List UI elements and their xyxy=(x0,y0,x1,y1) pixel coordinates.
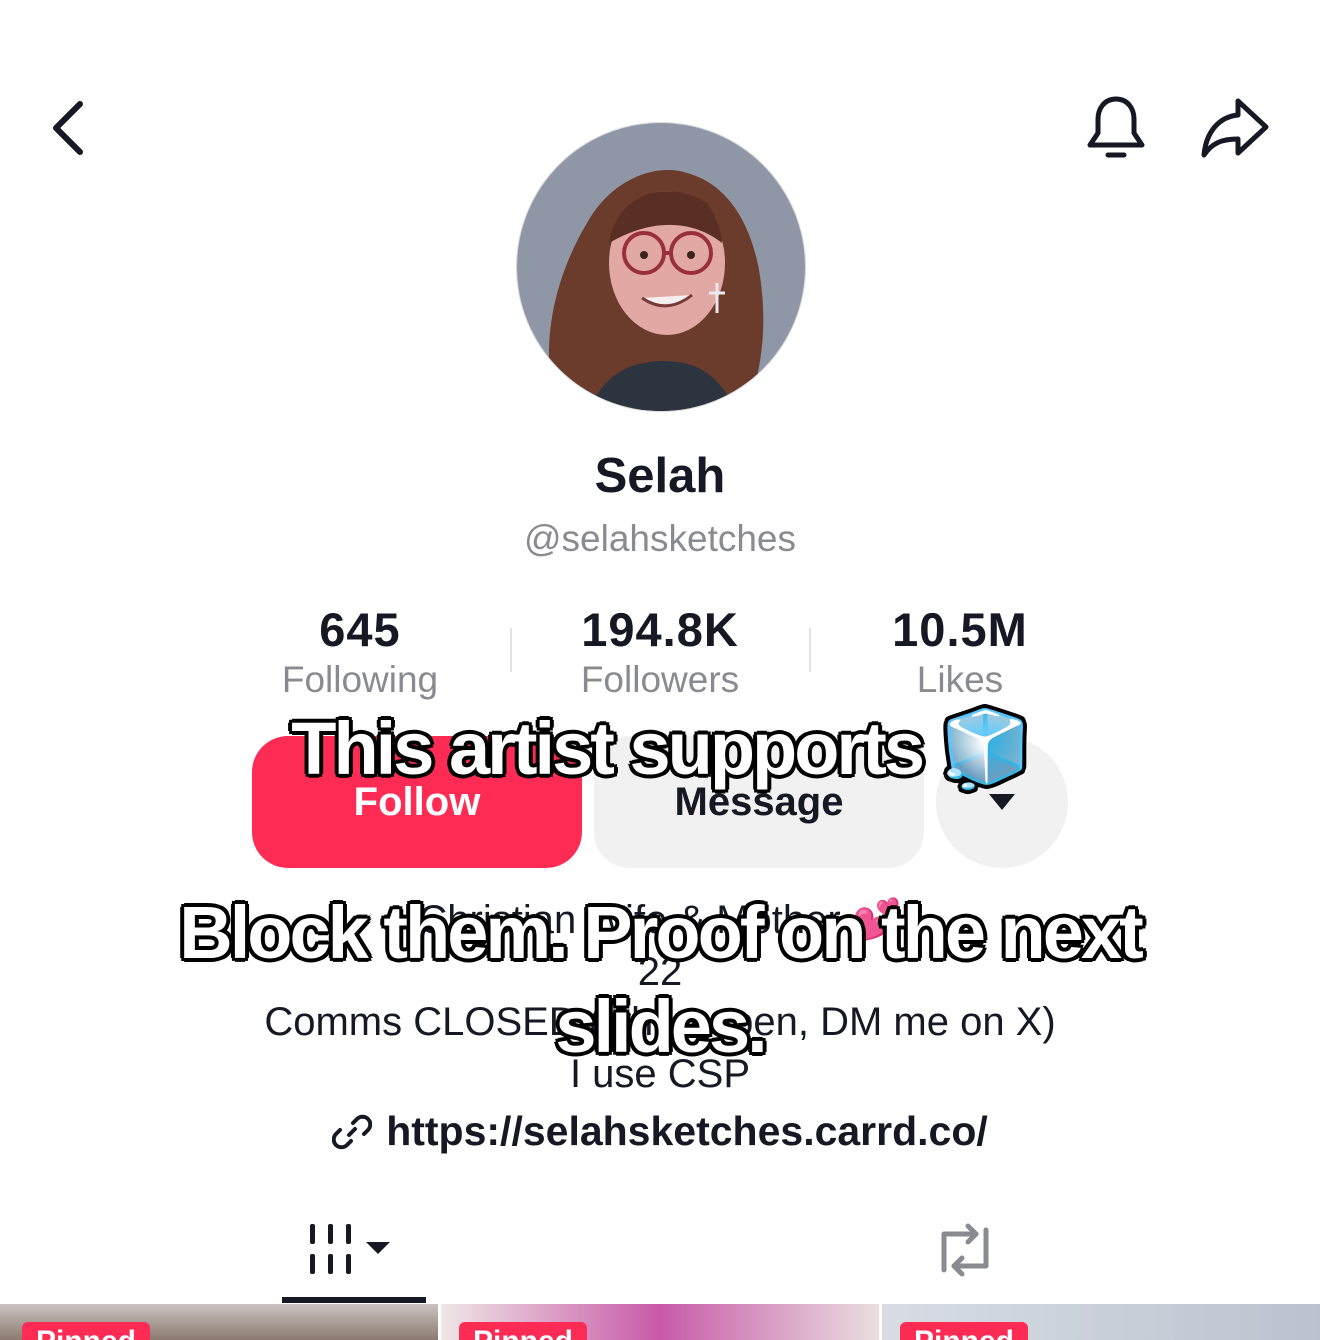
share-arrow-icon xyxy=(1201,98,1269,158)
avatar-illustration xyxy=(517,123,805,411)
bio-line-3: Comms CLOSED (when open, DM me on X) xyxy=(264,1000,1056,1044)
active-tab-indicator xyxy=(282,1297,426,1303)
grid-bars-icon xyxy=(310,1224,390,1274)
follow-button[interactable]: Follow xyxy=(252,736,582,868)
caret-down-icon xyxy=(989,794,1015,810)
more-options-button[interactable] xyxy=(936,736,1068,868)
link-icon xyxy=(332,1114,373,1149)
stat-following[interactable]: 645 Following xyxy=(210,602,510,701)
stat-followers[interactable]: 194.8K Followers xyxy=(510,602,810,701)
bell-icon xyxy=(1087,96,1145,158)
bio-link-text: https://selahsketches.carrd.co/ xyxy=(386,1108,988,1154)
avatar[interactable] xyxy=(516,122,806,412)
bio-line-2: 22 xyxy=(637,950,683,994)
stat-likes: 10.5M Likes xyxy=(810,602,1110,701)
username-handle: @selahsketches xyxy=(523,518,797,559)
tab-videos[interactable] xyxy=(282,1200,426,1300)
following-label: Following xyxy=(281,659,439,700)
bio-link[interactable]: https://selahsketches.carrd.co/ xyxy=(0,1108,1320,1155)
video-thumbnail[interactable]: Pinned xyxy=(882,1304,1320,1340)
likes-label: Likes xyxy=(916,659,1004,700)
back-button[interactable] xyxy=(30,88,106,168)
bio-line-4: I use CSP xyxy=(569,1052,751,1096)
notification-bell-button[interactable] xyxy=(1076,88,1156,168)
pinned-badge: Pinned xyxy=(459,1322,588,1340)
following-count: 645 xyxy=(319,603,401,656)
likes-count: 10.5M xyxy=(892,603,1028,656)
share-button[interactable] xyxy=(1192,88,1278,168)
video-thumbnail[interactable]: Pinned xyxy=(441,1304,879,1340)
followers-label: Followers xyxy=(580,659,740,700)
repost-icon xyxy=(941,1223,989,1277)
message-button[interactable]: Message xyxy=(594,736,924,868)
bio-line-1: Christian Wife & Mother 💕 xyxy=(418,898,902,942)
pinned-badge: Pinned xyxy=(900,1322,1029,1340)
video-thumbnail[interactable]: Pinned xyxy=(0,1304,438,1340)
display-name: Selah xyxy=(594,449,726,503)
followers-count: 194.8K xyxy=(581,603,739,656)
pinned-badge: Pinned xyxy=(22,1322,151,1340)
tab-reposts[interactable] xyxy=(900,1200,1030,1300)
chevron-left-icon xyxy=(53,101,83,155)
